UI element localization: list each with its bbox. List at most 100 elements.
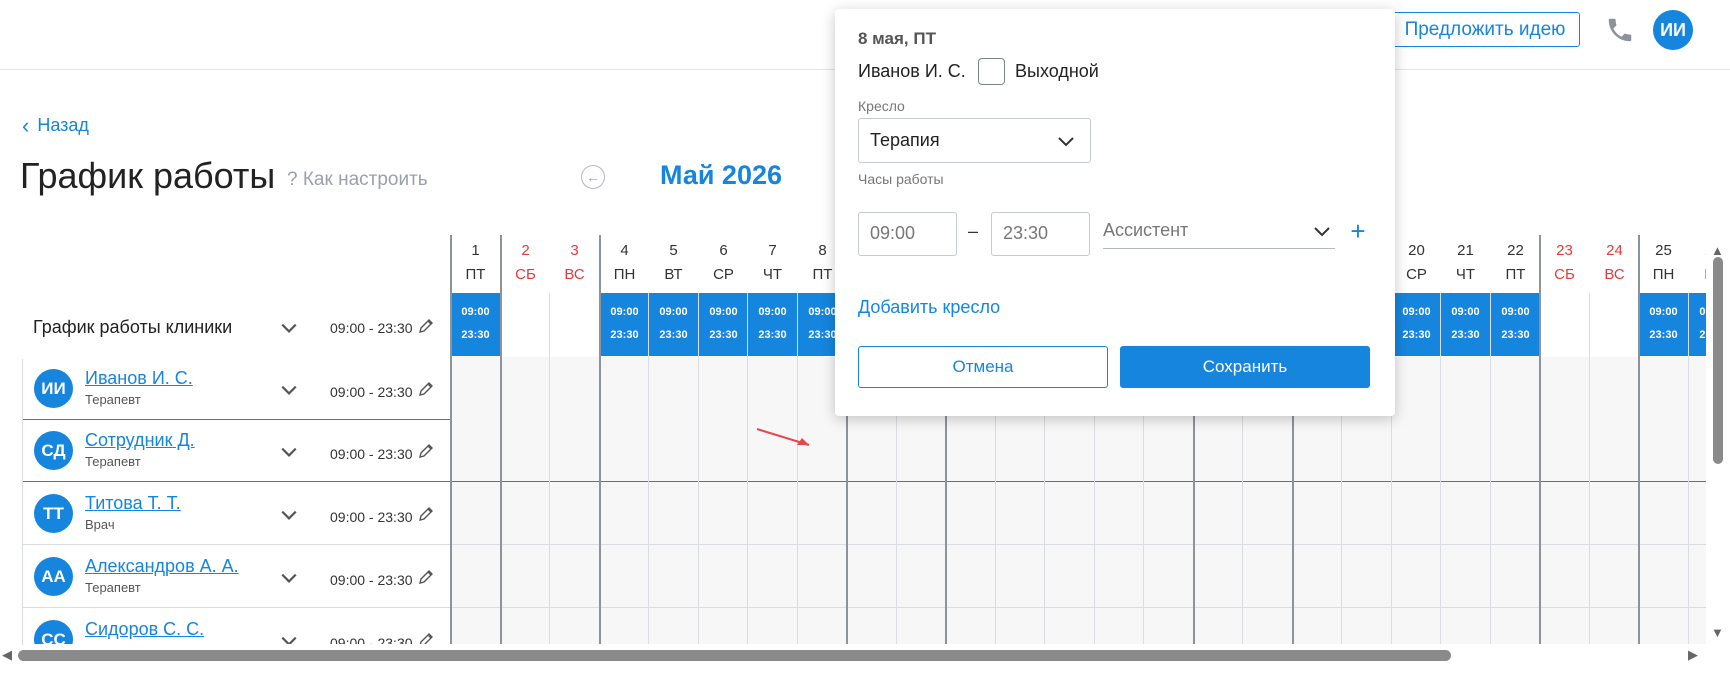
back-link[interactable]: ‹ Назад xyxy=(22,114,89,136)
howto-link[interactable]: ? Как настроить xyxy=(287,169,428,191)
pencil-icon[interactable] xyxy=(418,318,434,334)
time-to-input[interactable]: 23:30 xyxy=(991,212,1090,256)
clinic-day-hours-cell[interactable]: 09:00 23:30 xyxy=(649,293,698,356)
weekday-label: СБ xyxy=(1554,266,1575,283)
day-number: 26 xyxy=(1689,242,1706,259)
day-divider xyxy=(1490,293,1491,644)
day-number: 5 xyxy=(669,242,678,259)
day-divider xyxy=(500,235,502,644)
staff-name-link[interactable]: Иванов И. С. xyxy=(85,368,193,389)
chevron-down-icon[interactable] xyxy=(280,632,298,644)
scroll-up-icon[interactable]: ▲ xyxy=(1711,243,1724,258)
clinic-day-hours-cell[interactable]: 09:00 23:30 xyxy=(600,293,649,356)
clinic-day-hours-cell[interactable] xyxy=(1590,293,1639,356)
prev-month-button[interactable]: ← xyxy=(581,165,605,189)
cell-start-time: 09:00 xyxy=(1402,306,1431,318)
scroll-left-icon[interactable]: ◀ xyxy=(2,647,12,663)
pencil-icon[interactable] xyxy=(418,506,434,522)
clinic-day-hours-cell[interactable]: 09:00 23:30 xyxy=(1392,293,1441,356)
staff-day-cells[interactable] xyxy=(450,482,1706,544)
work-hours-label: Часы работы xyxy=(858,171,944,187)
table-left-border xyxy=(22,359,23,649)
clinic-day-hours-cell[interactable]: 09:00 23:30 xyxy=(748,293,797,356)
clinic-day-hours-cell[interactable]: 09:00 23:30 xyxy=(1689,293,1706,356)
chair-label: Кресло xyxy=(858,98,905,114)
staff-row: АА Александров А. А. Терапевт 09:00 - 23… xyxy=(22,545,1706,608)
assistant-select[interactable]: Ассистент xyxy=(1103,209,1335,249)
cell-start-time: 09:00 xyxy=(1451,306,1480,318)
day-number: 4 xyxy=(620,242,629,259)
dayoff-checkbox[interactable] xyxy=(978,58,1005,85)
day-header: 3 ВС xyxy=(550,235,599,292)
pencil-icon[interactable] xyxy=(418,632,434,644)
clinic-day-hours-cell[interactable] xyxy=(550,293,599,356)
clinic-day-hours-cell[interactable] xyxy=(1540,293,1589,356)
staff-day-cells[interactable] xyxy=(450,608,1706,644)
clinic-day-hours-cell[interactable]: 09:00 23:30 xyxy=(1639,293,1688,356)
scroll-right-icon[interactable]: ▶ xyxy=(1688,647,1698,663)
day-edit-popup: 8 мая, ПТ Иванов И. С. Выходной Кресло Т… xyxy=(835,9,1395,416)
pencil-icon[interactable] xyxy=(418,443,434,459)
day-header: 1 ПТ xyxy=(451,235,500,292)
staff-name-link[interactable]: Титова Т. Т. xyxy=(85,493,181,514)
clinic-schedule-label: График работы клиники xyxy=(33,317,233,337)
suggest-idea-button[interactable]: Предложить идею xyxy=(1390,12,1580,47)
staff-name-link[interactable]: Александров А. А. xyxy=(85,556,239,577)
cell-start-time: 09:00 xyxy=(1501,306,1530,318)
staff-avatar: СД xyxy=(34,431,73,470)
chair-select[interactable]: Терапия xyxy=(858,118,1091,163)
staff-day-cells[interactable] xyxy=(450,545,1706,607)
staff-role: Терапевт xyxy=(85,392,141,407)
clinic-day-hours-cell[interactable]: 09:00 23:30 xyxy=(699,293,748,356)
cell-end-time: 23:30 xyxy=(1451,329,1480,341)
clinic-day-hours-cell[interactable]: 09:00 23:30 xyxy=(1441,293,1490,356)
day-header: 20 СР xyxy=(1392,235,1441,292)
pencil-icon[interactable] xyxy=(418,569,434,585)
staff-hours: 09:00 - 23:30 xyxy=(330,384,413,400)
staff-name-link[interactable]: Сотрудник Д. xyxy=(85,430,195,451)
cell-start-time: 09:00 xyxy=(1649,306,1678,318)
staff-hours: 09:00 - 23:30 xyxy=(330,509,413,525)
save-button[interactable]: Сохранить xyxy=(1120,346,1370,388)
day-header: 24 ВС xyxy=(1590,235,1639,292)
day-number: 24 xyxy=(1606,242,1623,259)
weekday-label: ПТ xyxy=(1505,266,1526,283)
day-divider xyxy=(797,293,798,644)
vertical-scrollbar[interactable]: ▲ ▼ xyxy=(1707,235,1730,644)
vertical-scroll-thumb[interactable] xyxy=(1713,257,1723,464)
horizontal-scrollbar[interactable]: ◀ ▶ xyxy=(0,645,1706,667)
staff-name-link[interactable]: Сидоров С. С. xyxy=(85,619,204,640)
day-header: 7 ЧТ xyxy=(748,235,797,292)
time-from-input[interactable]: 09:00 xyxy=(858,212,957,256)
add-assistant-plus-icon[interactable]: + xyxy=(1347,218,1369,244)
chevron-down-icon[interactable] xyxy=(280,569,298,587)
chevron-down-icon[interactable] xyxy=(280,381,298,399)
chevron-down-icon[interactable] xyxy=(280,319,298,337)
day-header: 25 ПН xyxy=(1639,235,1688,292)
pencil-icon[interactable] xyxy=(418,381,434,397)
assistant-placeholder: Ассистент xyxy=(1103,220,1189,240)
weekday-label: ВС xyxy=(564,266,585,283)
clinic-day-hours-cell[interactable] xyxy=(501,293,550,356)
day-divider xyxy=(450,235,452,644)
weekday-label: СБ xyxy=(515,266,536,283)
day-header: 5 ВТ xyxy=(649,235,698,292)
day-divider xyxy=(1688,293,1689,644)
day-number: 25 xyxy=(1655,242,1672,259)
user-avatar[interactable]: ИИ xyxy=(1653,10,1693,50)
day-number: 3 xyxy=(570,242,579,259)
clinic-day-hours-cell[interactable]: 09:00 23:30 xyxy=(1491,293,1540,356)
cell-end-time: 23:30 xyxy=(1649,329,1678,341)
chevron-down-icon[interactable] xyxy=(280,506,298,524)
day-divider xyxy=(1589,293,1590,644)
chair-select-value: Терапия xyxy=(870,130,940,150)
chevron-down-icon[interactable] xyxy=(280,443,298,461)
add-chair-link[interactable]: Добавить кресло xyxy=(858,297,1000,318)
staff-row: ТТ Титова Т. Т. Врач 09:00 - 23:30 xyxy=(22,482,1706,545)
phone-icon[interactable] xyxy=(1605,15,1635,45)
clinic-day-hours-cell[interactable]: 09:00 23:30 xyxy=(451,293,500,356)
horizontal-scroll-thumb[interactable] xyxy=(18,650,1451,661)
staff-day-cells[interactable] xyxy=(450,419,1706,481)
scroll-down-icon[interactable]: ▼ xyxy=(1711,625,1724,640)
cancel-button[interactable]: Отмена xyxy=(858,346,1108,388)
